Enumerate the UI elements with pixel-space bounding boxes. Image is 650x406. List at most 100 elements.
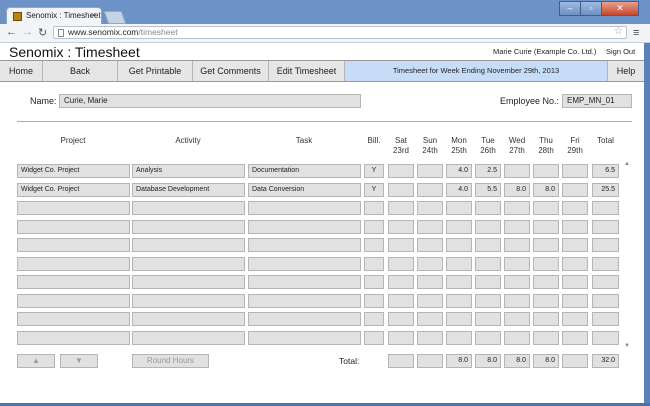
activity-cell[interactable] [132,275,245,289]
hours-cell[interactable] [533,256,559,271]
hours-cell[interactable] [446,275,472,289]
hours-cell[interactable] [504,201,530,215]
activity-cell[interactable] [132,312,245,326]
browser-tab[interactable]: Senomix : Timesheet × [6,7,102,24]
task-cell[interactable] [248,256,361,271]
bookmark-star-icon[interactable]: ☆ [614,26,623,37]
back-arrow-icon[interactable]: ← [6,26,17,38]
hours-cell[interactable] [475,330,501,345]
activity-cell[interactable]: Analysis [132,164,245,178]
hours-cell[interactable]: 4.0 [446,182,472,197]
scroll-up-icon[interactable]: ▲ [624,161,630,167]
hours-cell[interactable] [475,275,501,289]
task-cell[interactable] [248,330,361,345]
hours-cell[interactable] [562,164,588,178]
hours-cell[interactable] [562,201,588,215]
hours-cell[interactable] [533,238,559,252]
hours-cell[interactable] [475,293,501,308]
project-cell[interactable] [17,275,130,289]
hours-cell[interactable]: 8.0 [504,182,530,197]
activity-cell[interactable] [132,201,245,215]
hours-cell[interactable] [388,330,414,345]
employee-field[interactable]: EMP_MN_01 [562,94,632,108]
billable-cell[interactable] [364,312,384,326]
hours-cell[interactable] [562,219,588,234]
hours-cell[interactable] [504,312,530,326]
hours-cell[interactable] [533,219,559,234]
hours-cell[interactable] [562,330,588,345]
billable-cell[interactable] [364,275,384,289]
hours-cell[interactable] [533,330,559,345]
hours-cell[interactable] [562,256,588,271]
forward-arrow-icon[interactable]: → [22,26,33,38]
project-cell[interactable] [17,312,130,326]
name-field[interactable]: Curie, Marie [59,94,361,108]
hours-cell[interactable] [533,201,559,215]
hours-cell[interactable]: 2.5 [475,164,501,178]
minimize-button[interactable]: – [559,1,581,16]
billable-cell[interactable] [364,201,384,215]
activity-cell[interactable] [132,219,245,234]
task-cell[interactable] [248,219,361,234]
hours-cell[interactable] [417,312,443,326]
task-cell[interactable] [248,293,361,308]
hours-cell[interactable] [446,312,472,326]
hours-cell[interactable] [446,238,472,252]
hours-cell[interactable] [388,164,414,178]
billable-cell[interactable] [364,256,384,271]
task-cell[interactable] [248,312,361,326]
hours-cell[interactable] [562,312,588,326]
move-up-button[interactable]: ▲ [17,354,55,368]
hours-cell[interactable] [446,219,472,234]
scroll-down-icon[interactable]: ▼ [624,343,630,349]
nav-home[interactable]: Home [0,61,43,81]
billable-cell[interactable] [364,219,384,234]
nav-get-comments[interactable]: Get Comments [193,61,269,81]
billable-cell[interactable]: Y [364,164,384,178]
hours-cell[interactable]: 5.5 [475,182,501,197]
hours-cell[interactable] [388,201,414,215]
hours-cell[interactable] [504,330,530,345]
hours-cell[interactable] [562,238,588,252]
hours-cell[interactable] [504,164,530,178]
hours-cell[interactable] [504,256,530,271]
hours-cell[interactable] [388,238,414,252]
hours-cell[interactable] [446,201,472,215]
activity-cell[interactable]: Database Development [132,182,245,197]
hours-cell[interactable] [388,182,414,197]
hours-cell[interactable] [562,293,588,308]
hours-cell[interactable] [475,201,501,215]
hours-cell[interactable] [475,219,501,234]
hours-cell[interactable] [417,182,443,197]
project-cell[interactable] [17,219,130,234]
project-cell[interactable] [17,201,130,215]
billable-cell[interactable] [364,330,384,345]
hours-cell[interactable] [388,275,414,289]
hours-cell[interactable] [504,293,530,308]
hours-cell[interactable] [533,312,559,326]
hours-cell[interactable] [388,293,414,308]
hours-cell[interactable] [388,312,414,326]
hours-cell[interactable] [504,219,530,234]
nav-help[interactable]: Help [608,61,644,81]
hours-cell[interactable] [533,293,559,308]
hours-cell[interactable] [446,293,472,308]
hours-cell[interactable] [475,256,501,271]
task-cell[interactable] [248,201,361,215]
hours-cell[interactable] [446,256,472,271]
hours-cell[interactable]: 4.0 [446,164,472,178]
nav-back[interactable]: Back [43,61,118,81]
task-cell[interactable] [248,238,361,252]
project-cell[interactable]: Widget Co. Project [17,164,130,178]
hours-cell[interactable] [504,238,530,252]
nav-get-printable[interactable]: Get Printable [118,61,193,81]
billable-cell[interactable] [364,293,384,308]
hours-cell[interactable] [417,201,443,215]
billable-cell[interactable]: Y [364,182,384,197]
hours-cell[interactable] [446,330,472,345]
project-cell[interactable] [17,256,130,271]
address-bar[interactable]: www.senomix.com/timesheet ☆ [53,26,627,39]
activity-cell[interactable] [132,256,245,271]
hours-cell[interactable] [562,275,588,289]
hours-cell[interactable] [388,219,414,234]
